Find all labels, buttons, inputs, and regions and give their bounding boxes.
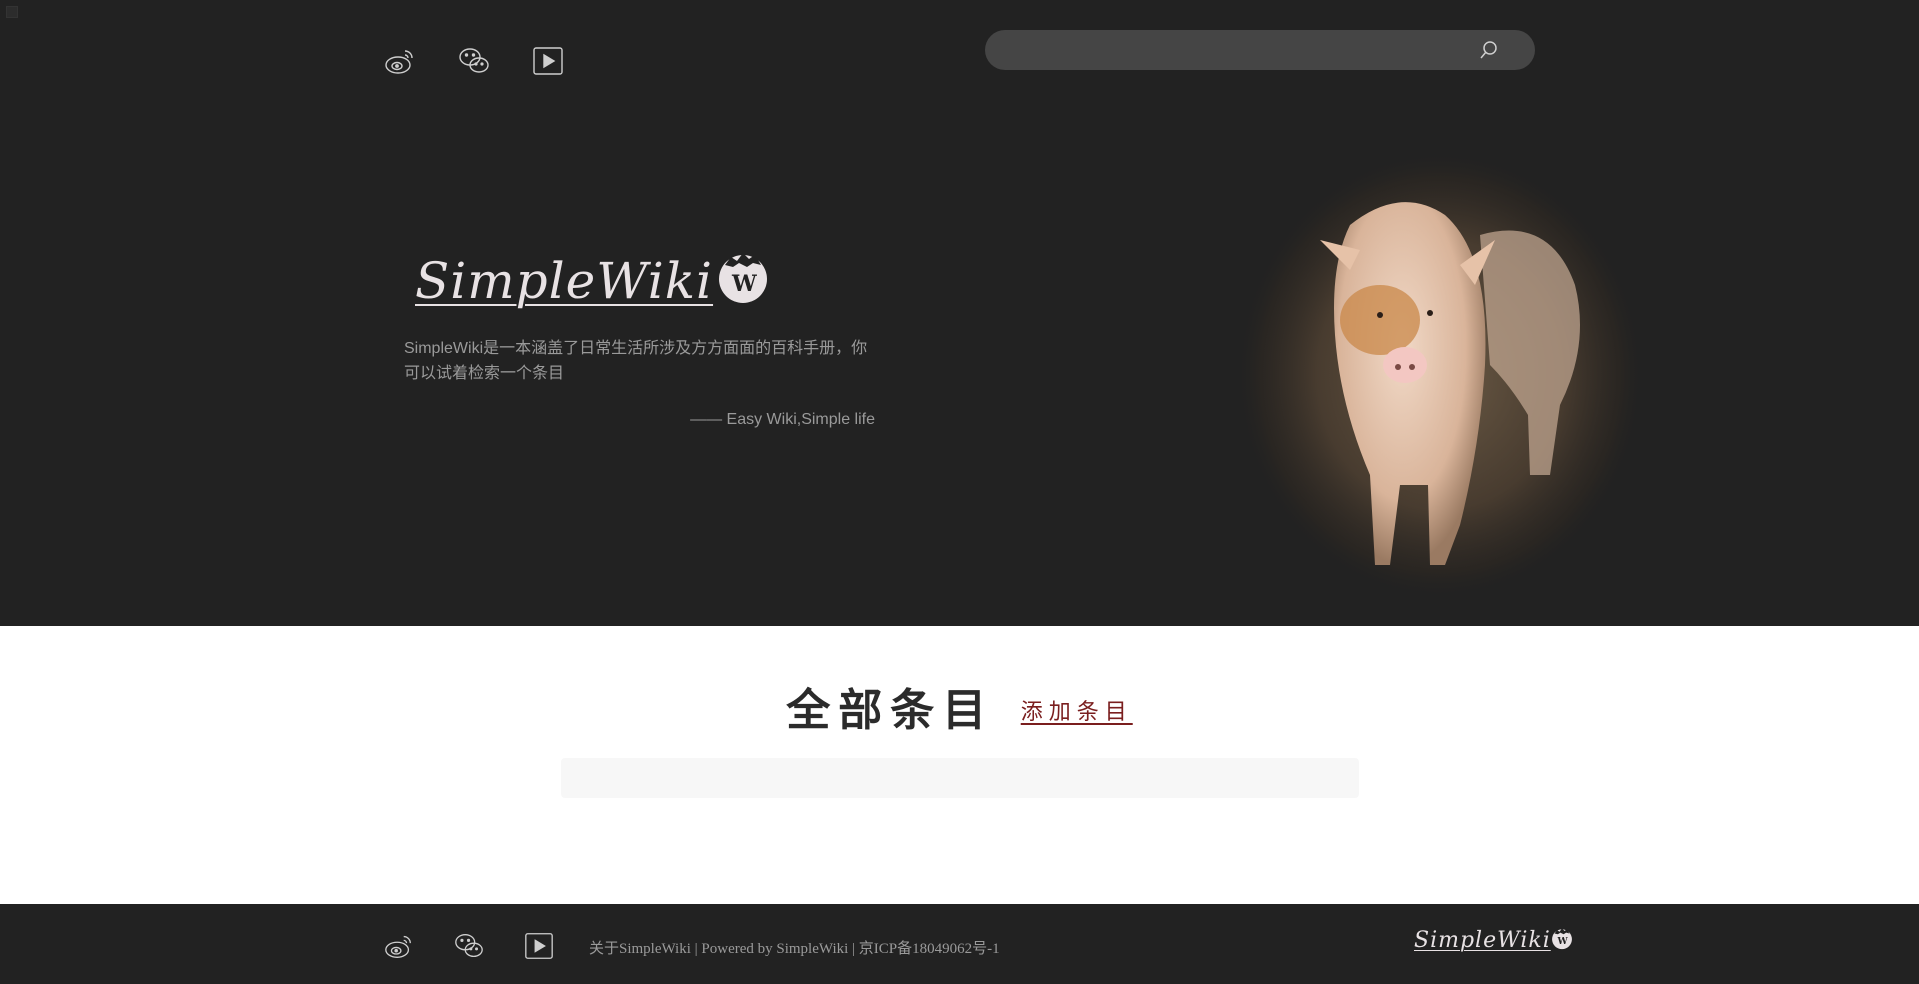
corner-marker	[6, 6, 18, 18]
footer: 关于SimpleWiki | Powered by SimpleWiki | 京…	[0, 904, 1919, 984]
logo-text: SimpleWiki	[415, 252, 714, 310]
entries-list	[561, 758, 1359, 798]
footer-logo-text: SimpleWiki	[1414, 928, 1551, 953]
hero-description: SimpleWiki是一本涵盖了日常生活所涉及方方面面的百科手册，你可以试着检索…	[404, 340, 868, 382]
footer-info: 关于SimpleWiki | Powered by SimpleWiki | 京…	[589, 941, 1000, 957]
logo-badge: W	[731, 271, 757, 297]
wechat-icon[interactable]	[453, 930, 485, 962]
video-icon[interactable]	[523, 930, 555, 962]
entries-header: 全部条目 添加条目	[0, 674, 1919, 738]
header-social-links	[383, 44, 605, 78]
weibo-icon[interactable]	[383, 44, 417, 78]
search-icon[interactable]	[1479, 40, 1499, 60]
wechat-icon[interactable]	[457, 44, 491, 78]
hero-section: SimpleWiki W SimpleWiki是一本涵盖了日常生活所涉及方方面面…	[0, 0, 1919, 626]
weibo-icon[interactable]	[383, 930, 415, 962]
add-entry-link[interactable]: 添加条目	[1021, 699, 1133, 724]
wiki-globe-icon: W	[717, 247, 769, 310]
pig-photo	[1235, 150, 1645, 600]
search-input[interactable]	[985, 30, 1505, 70]
page-title: 全部条目	[786, 686, 995, 735]
footer-social-links	[383, 930, 593, 962]
site-logo[interactable]: SimpleWiki W	[415, 252, 769, 310]
svg-text:W: W	[1556, 936, 1568, 947]
wiki-globe-icon: W	[1551, 926, 1573, 955]
hero-tagline: —— Easy Wiki,Simple life	[690, 411, 875, 428]
video-icon[interactable]	[531, 44, 565, 78]
search-bar	[985, 30, 1535, 70]
footer-logo[interactable]: SimpleWiki W	[1414, 926, 1573, 955]
